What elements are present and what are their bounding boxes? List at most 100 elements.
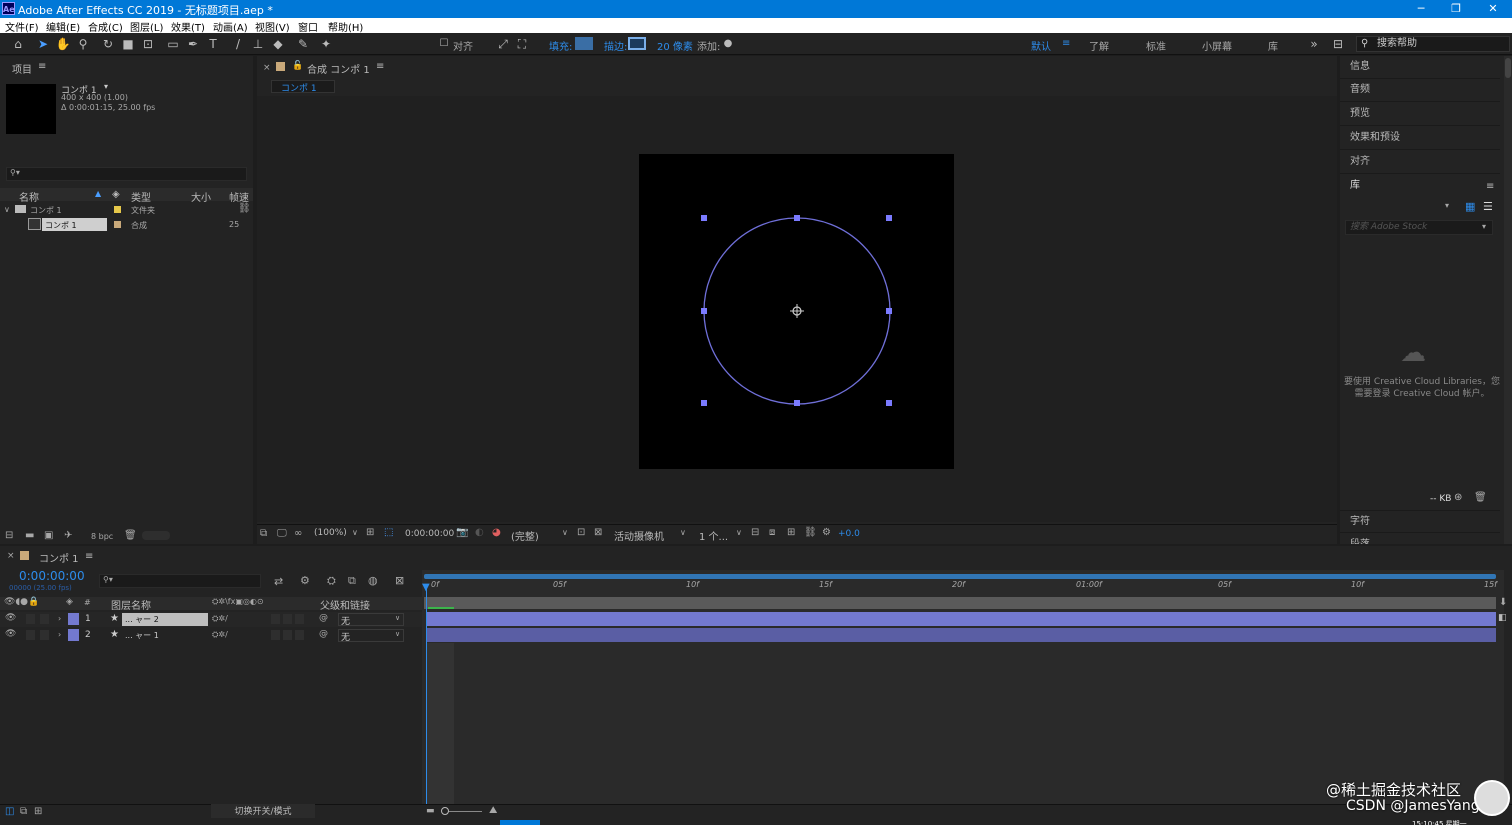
snap-icon[interactable]: ⤢	[495, 36, 511, 52]
hand-tool-icon[interactable]: ✋	[55, 36, 71, 52]
restore-button[interactable]: ❐	[1441, 1, 1471, 17]
camera-tool-icon[interactable]: ■	[120, 36, 136, 52]
menu-window[interactable]: 窗口	[298, 19, 318, 34]
mask-icon[interactable]: ∞	[294, 528, 302, 539]
brush-tool-icon[interactable]: /	[230, 36, 246, 52]
right-panel-scroll-thumb[interactable]	[1505, 58, 1511, 78]
solo-toggle[interactable]	[26, 614, 35, 624]
search-help-input[interactable]: ⚲ 搜索帮助	[1356, 36, 1510, 52]
audio-panel-tab[interactable]: 音频	[1340, 79, 1500, 102]
chevron-down-icon[interactable]: ▾	[1482, 222, 1486, 231]
exposure-icon[interactable]: ⚙	[822, 527, 831, 538]
paragraph-panel-tab-clipped[interactable]: 段落	[1340, 537, 1500, 544]
more-workspaces-icon[interactable]: »	[1306, 36, 1322, 52]
anchor-point-icon[interactable]	[790, 304, 804, 318]
pen-tool-icon[interactable]: ✒	[185, 36, 201, 52]
align-checkbox[interactable]: ☐	[436, 36, 452, 52]
transfer-controls-pane-icon[interactable]: ⧉	[20, 806, 27, 817]
library-dropdown[interactable]	[1345, 200, 1457, 214]
bbox-handle-right[interactable]	[886, 308, 892, 314]
frame-blending-icon[interactable]: ⧉	[348, 574, 356, 588]
cc-sync-icon[interactable]: ⊛	[1454, 492, 1462, 503]
visibility-eye-icon[interactable]: 👁	[5, 629, 16, 639]
zoom-in-icon[interactable]: ⛰	[489, 805, 497, 816]
expand-arrow-icon[interactable]: ›	[58, 630, 61, 639]
rectangle-tool-icon[interactable]: ▭	[165, 36, 181, 52]
trash-icon[interactable]: 🗑	[124, 530, 137, 541]
current-time-indicator[interactable]	[426, 584, 427, 804]
minimize-button[interactable]: ─	[1406, 1, 1436, 17]
project-item-comp-name[interactable]: コンポ 1	[45, 220, 77, 231]
menu-help[interactable]: 帮助(H)	[328, 19, 363, 34]
adobe-stock-search-input[interactable]: 搜索 Adobe Stock	[1345, 220, 1493, 235]
close-tab-icon[interactable]: ×	[7, 551, 15, 561]
work-area-end-icon[interactable]: ⬇	[1499, 597, 1507, 608]
time-navigator-range[interactable]	[424, 574, 1496, 579]
label-color-sandstone[interactable]	[114, 221, 121, 228]
chevron-down-icon[interactable]: ▾	[104, 82, 108, 91]
safe-zones-icon[interactable]: ⊞	[366, 527, 374, 538]
menu-file[interactable]: 文件(F)	[5, 19, 39, 34]
trash-icon[interactable]: 🗑	[1474, 492, 1487, 503]
timeline-zoom-slider[interactable]	[446, 811, 482, 812]
toggle-switches-modes-button[interactable]: 切换开关/模式	[211, 804, 315, 818]
eraser-tool-icon[interactable]: ◆	[270, 36, 286, 52]
snap-options-icon[interactable]: ⛶	[514, 36, 530, 52]
solo-toggle[interactable]	[26, 630, 35, 640]
draft-3d-icon[interactable]: ⚙	[300, 574, 310, 587]
fast-previews-icon[interactable]: ⊡	[577, 527, 585, 538]
libraries-panel-tab[interactable]: 库	[1340, 175, 1500, 198]
menu-effect[interactable]: 效果(T)	[171, 19, 205, 34]
chevron-down-icon[interactable]: ∨	[352, 528, 358, 537]
workspace-libraries[interactable]: 库	[1268, 38, 1278, 53]
toggle-pixel-aspect-icon[interactable]: ⊟	[751, 527, 759, 538]
chevron-down-icon[interactable]: ∨	[736, 528, 742, 537]
workspace-menu-icon[interactable]: ≡	[1062, 38, 1070, 49]
view-layout-dropdown[interactable]: 1 个...	[699, 528, 728, 543]
visibility-eye-icon[interactable]: 👁	[5, 613, 16, 623]
exposure-value[interactable]: +0.0	[838, 529, 860, 539]
comp-breadcrumb[interactable]: コンポ 1	[271, 80, 335, 94]
motion-blur-icon[interactable]: ◍	[368, 574, 378, 587]
layer-label-color[interactable]	[68, 613, 79, 625]
label-tag-icon[interactable]: ◈	[112, 189, 120, 200]
bbox-handle-left[interactable]	[701, 308, 707, 314]
work-area-bar[interactable]	[424, 597, 1496, 609]
sort-ascending-icon[interactable]: ▲	[95, 189, 101, 198]
menu-layer[interactable]: 图层(L)	[130, 19, 163, 34]
switch-box-2[interactable]	[283, 614, 292, 624]
stroke-width-value[interactable]: 20 像素	[657, 38, 693, 53]
ellipse-shape-layer[interactable]	[639, 154, 954, 469]
switch-box-1[interactable]	[271, 630, 280, 640]
fast-preview-toggle-icon[interactable]: ⧈	[769, 527, 775, 538]
column-size[interactable]: 大小	[191, 189, 211, 204]
project-panel-menu-icon[interactable]: ≡	[38, 61, 46, 72]
comp-mini-flowchart-icon[interactable]: ⇄	[274, 575, 283, 588]
menu-composition[interactable]: 合成(C)	[88, 19, 123, 34]
new-comp-icon[interactable]: ▣	[44, 530, 53, 541]
menu-animation[interactable]: 动画(A)	[213, 19, 248, 34]
type-tool-icon[interactable]: T	[205, 36, 221, 52]
workspace-default[interactable]: 默认	[1031, 38, 1051, 53]
layer-name[interactable]: ... ャー 2	[122, 613, 208, 626]
layer-label-color[interactable]	[68, 629, 79, 641]
lock-icon[interactable]: 🔓	[292, 61, 303, 71]
bbox-handle-top[interactable]	[794, 215, 800, 221]
workspace-standard[interactable]: 标准	[1146, 38, 1166, 53]
zoom-tool-icon[interactable]: ⚲	[75, 36, 91, 52]
timeline-icon[interactable]: ⊞	[787, 527, 795, 538]
transparency-grid-icon[interactable]: ⊠	[594, 527, 602, 538]
in-out-pane-icon[interactable]: ⊞	[34, 806, 42, 817]
workspace-learn[interactable]: 了解	[1089, 38, 1109, 53]
project-item-folder-name[interactable]: コンポ 1	[30, 205, 62, 216]
bbox-handle-top-right[interactable]	[886, 215, 892, 221]
zoom-dropdown[interactable]: (100%)	[314, 528, 347, 538]
label-tag-icon[interactable]: ◈	[66, 597, 73, 607]
effects-presets-panel-tab[interactable]: 效果和预设	[1340, 127, 1500, 150]
layer-name-column[interactable]: 图层名称	[111, 597, 151, 612]
lock-toggle[interactable]	[40, 614, 49, 624]
add-property-icon[interactable]: ●	[720, 36, 736, 52]
roto-brush-tool-icon[interactable]: ✎	[295, 36, 311, 52]
shy-layers-icon[interactable]: ⛭	[327, 574, 336, 588]
switch-box-3[interactable]	[295, 630, 304, 640]
